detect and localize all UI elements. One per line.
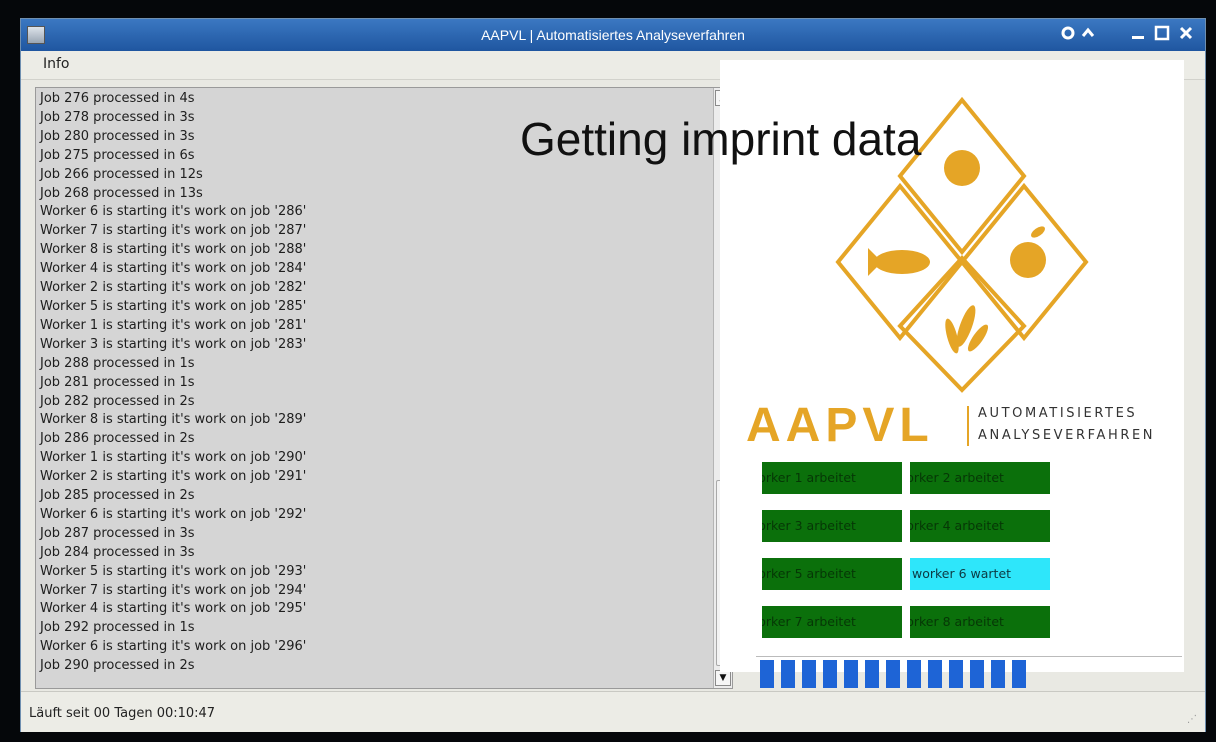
chevron-up-icon[interactable] (1079, 25, 1097, 43)
log-line: Worker 1 is starting it's work on job '2… (40, 450, 307, 466)
logo-subtitle-line1: AUTOMATISIERTES (978, 406, 1138, 421)
log-line: Job 284 processed in 3s (40, 544, 195, 560)
log-line: Worker 8 is starting it's work on job '2… (40, 242, 307, 258)
log-line: Job 282 processed in 2s (40, 393, 195, 409)
log-line: Job 290 processed in 2s (40, 658, 195, 674)
progress-segment (844, 660, 858, 688)
log-line: Worker 3 is starting it's work on job '2… (40, 336, 307, 352)
progress-segment (970, 660, 984, 688)
gear-icon[interactable] (1059, 25, 1077, 43)
logo-wordmark: AAPVL (746, 399, 934, 452)
job-progress-bar (760, 660, 1034, 688)
worker-7-status: worker 7 arbeitet (762, 606, 902, 638)
progress-segment (781, 660, 795, 688)
log-line: Worker 7 is starting it's work on job '2… (40, 223, 307, 239)
log-line: Job 268 processed in 13s (40, 185, 203, 201)
uptime-status: Läuft seit 00 Tagen 00:10:47 (29, 706, 216, 721)
log-line: Job 266 processed in 12s (40, 166, 203, 182)
menu-info[interactable]: Info (43, 56, 70, 72)
close-icon[interactable] (1177, 25, 1195, 43)
log-line: Job 292 processed in 1s (40, 620, 195, 636)
worker-5-status: worker 5 arbeitet (762, 558, 902, 590)
log-line: Job 281 processed in 1s (40, 374, 195, 390)
log-line: Worker 4 is starting it's work on job '2… (40, 601, 307, 617)
progress-segment (991, 660, 1005, 688)
title-bar[interactable]: AAPVL | Automatisiertes Analyseverfahren (21, 19, 1205, 51)
log-line: Job 287 processed in 3s (40, 525, 195, 541)
progress-segment (760, 660, 774, 688)
progress-segment (1012, 660, 1026, 688)
log-line: Job 285 processed in 2s (40, 488, 195, 504)
log-line: Job 286 processed in 2s (40, 431, 195, 447)
progress-segment (907, 660, 921, 688)
log-line: Job 288 processed in 1s (40, 355, 195, 371)
log-line: Worker 5 is starting it's work on job '2… (40, 298, 307, 314)
progress-segment (865, 660, 879, 688)
log-line: Worker 2 is starting it's work on job '2… (40, 469, 307, 485)
log-text: Job 276 processed in 4s Job 278 processed… (40, 90, 716, 676)
log-line: Worker 6 is starting it's work on job '2… (40, 506, 307, 522)
worker-4-status: worker 4 arbeitet (910, 510, 1050, 542)
status-bar: Läuft seit 00 Tagen 00:10:47 ⋰ (21, 691, 1205, 732)
worker-2-status: worker 2 arbeitet (910, 462, 1050, 494)
worker-8-status: worker 8 arbeitet (910, 606, 1050, 638)
scroll-down-button[interactable]: ▼ (715, 670, 731, 686)
worker-3-status: worker 3 arbeitet (762, 510, 902, 542)
log-line: Job 276 processed in 4s (40, 91, 195, 106)
progress-divider (756, 656, 1182, 657)
log-line: Worker 7 is starting it's work on job '2… (40, 582, 307, 598)
log-output[interactable]: Job 276 processed in 4s Job 278 processed… (35, 87, 733, 689)
logo-separator (967, 406, 969, 446)
window-title: AAPVL | Automatisiertes Analyseverfahren (481, 27, 745, 43)
progress-segment (886, 660, 900, 688)
progress-segment (823, 660, 837, 688)
progress-segment (928, 660, 942, 688)
minimize-icon[interactable] (1129, 25, 1147, 43)
log-line: Worker 5 is starting it's work on job '2… (40, 563, 307, 579)
log-line: Worker 2 is starting it's work on job '2… (40, 280, 307, 296)
log-line: Worker 1 is starting it's work on job '2… (40, 317, 307, 333)
maximize-icon[interactable] (1153, 25, 1171, 43)
worker-6-status: worker 6 wartet (910, 558, 1050, 590)
progress-segment (802, 660, 816, 688)
log-line: Worker 6 is starting it's work on job '2… (40, 204, 307, 220)
log-line: Worker 4 is starting it's work on job '2… (40, 261, 307, 277)
log-line: Worker 8 is starting it's work on job '2… (40, 412, 307, 428)
log-line: Worker 6 is starting it's work on job '2… (40, 639, 307, 655)
progress-segment (949, 660, 963, 688)
status-overlay-caption: Getting imprint data (520, 113, 922, 165)
logo-subtitle-line2: ANALYSEVERFAHREN (978, 428, 1156, 443)
worker-1-status: worker 1 arbeitet (762, 462, 902, 494)
resize-grip-icon[interactable]: ⋰ (1187, 714, 1199, 726)
